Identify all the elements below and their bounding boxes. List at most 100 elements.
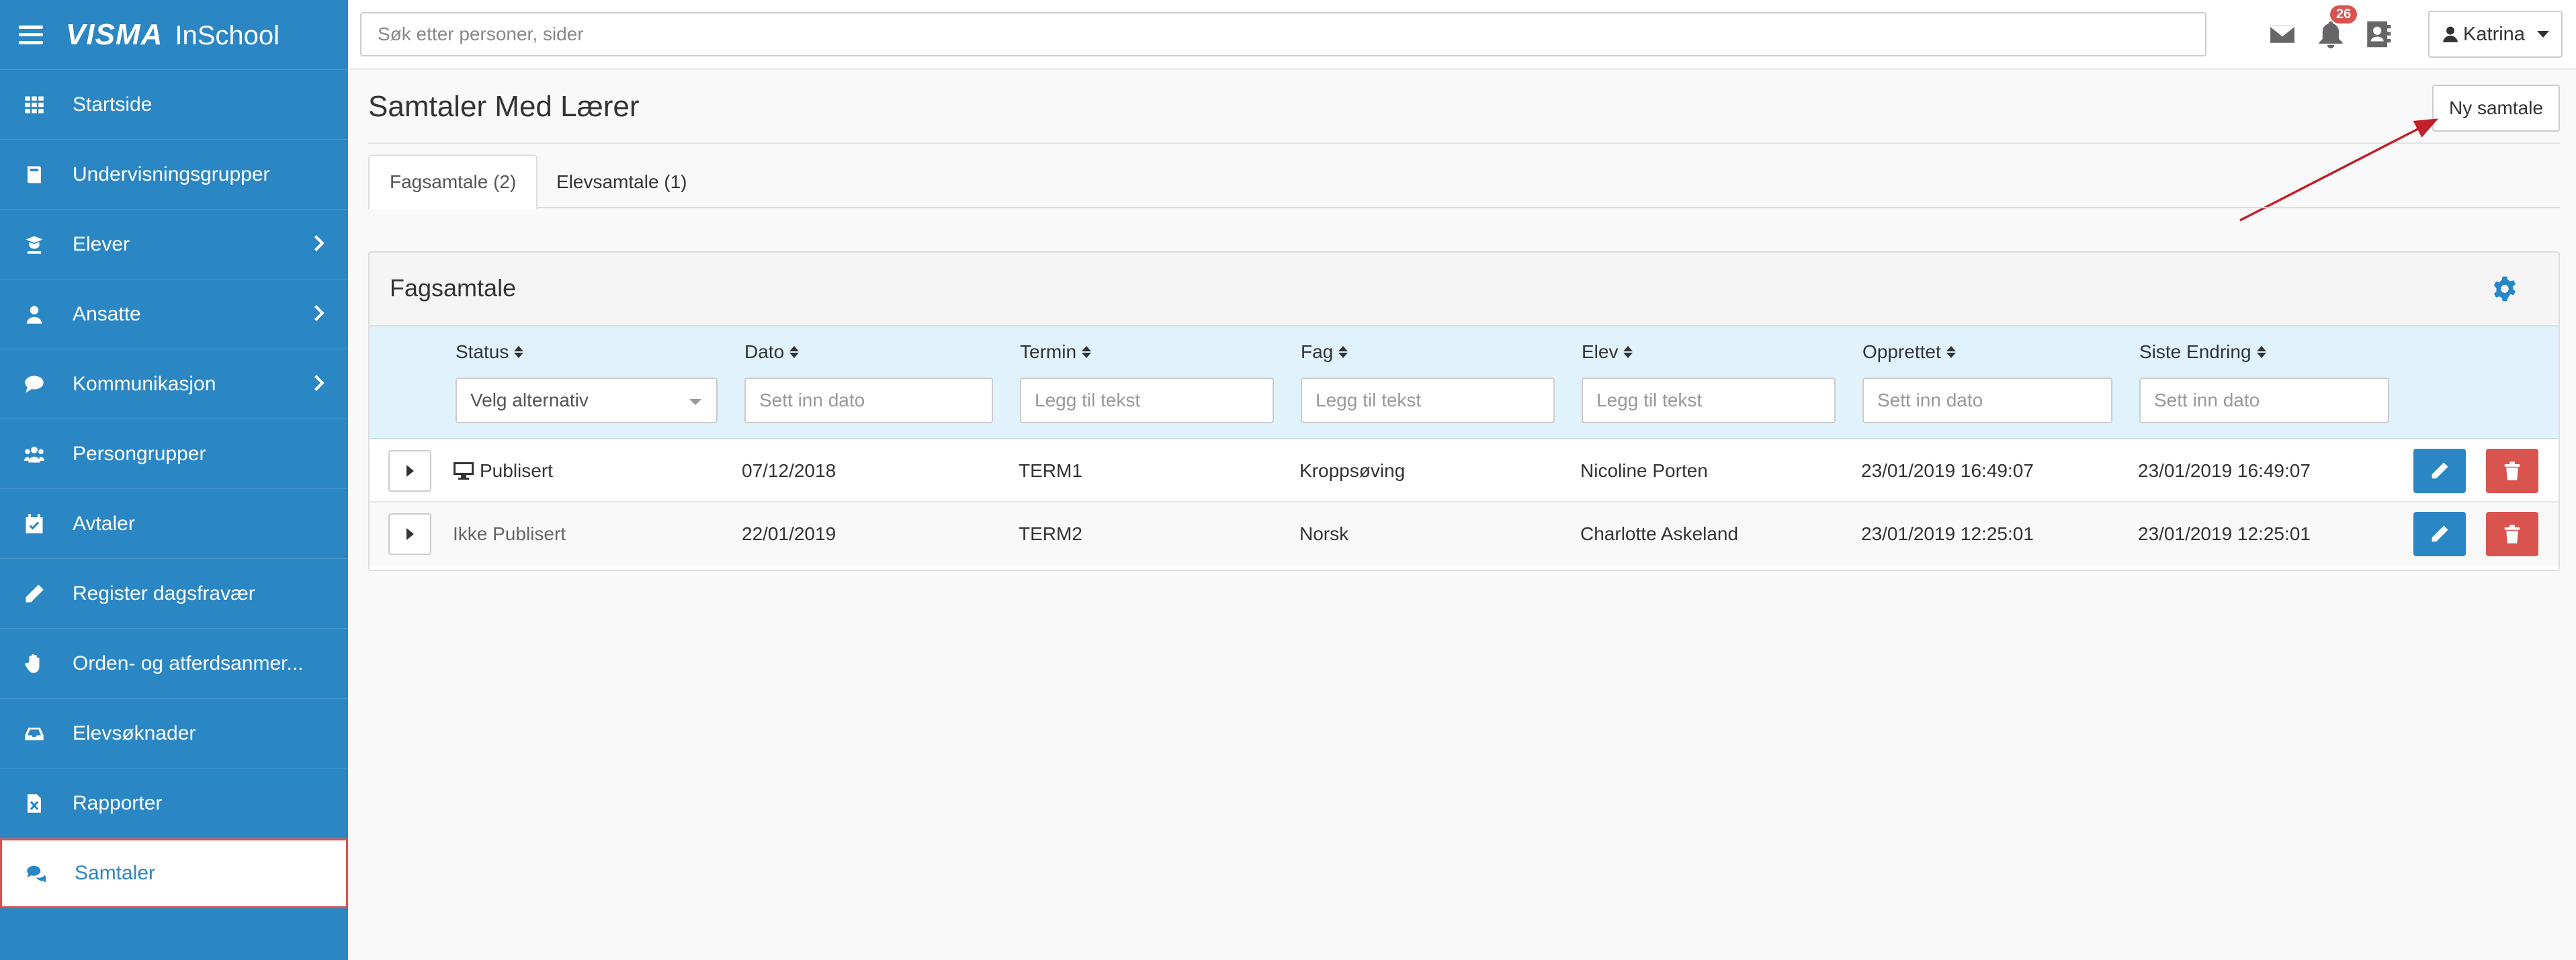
excel-file-icon bbox=[23, 792, 46, 815]
bell-icon[interactable]: 26 bbox=[2317, 5, 2358, 48]
column-label: Elev bbox=[1582, 341, 1619, 362]
column-label: Dato bbox=[744, 341, 785, 362]
termin-cell: TERM2 bbox=[1019, 523, 1082, 544]
expand-row-button[interactable] bbox=[388, 450, 431, 492]
column-label: Siste Endring bbox=[2139, 341, 2251, 362]
fag-filter-input[interactable] bbox=[1301, 378, 1555, 423]
sidebar-item-label: Elever bbox=[73, 232, 130, 255]
panel-header: Fagsamtale bbox=[370, 253, 2559, 326]
sidebar-item-label: Avtaler bbox=[73, 512, 135, 535]
chevron-right-icon bbox=[309, 234, 328, 253]
page-title: Samtaler Med Lærer bbox=[368, 90, 640, 123]
status-filter-select[interactable]: Velg alternativ bbox=[456, 378, 718, 423]
column-header-dato[interactable]: Dato bbox=[744, 341, 800, 363]
comments-icon bbox=[25, 862, 48, 885]
caret-down-icon bbox=[689, 399, 701, 405]
termin-filter-input[interactable] bbox=[1020, 378, 1274, 423]
sidebar-item-samtaler[interactable]: Samtaler bbox=[0, 838, 348, 908]
chevron-right-icon bbox=[309, 374, 328, 392]
caret-down-icon bbox=[2536, 31, 2549, 38]
delete-button[interactable] bbox=[2486, 449, 2538, 493]
envelope-icon[interactable] bbox=[2268, 20, 2296, 48]
tab-elevsamtale[interactable]: Elevsamtale (1) bbox=[536, 155, 707, 210]
sidebar-item-elevsoknader[interactable]: Elevsøknader bbox=[0, 699, 348, 769]
sidebar: VISMA InSchool Startside Undervisningsgr… bbox=[0, 0, 348, 960]
sidebar-item-ansatte[interactable]: Ansatte bbox=[0, 279, 348, 349]
trash-icon bbox=[2504, 525, 2520, 543]
sidebar-item-kommunikasjon[interactable]: Kommunikasjon bbox=[0, 349, 348, 419]
book-icon bbox=[23, 163, 46, 186]
notification-badge: 26 bbox=[2330, 5, 2358, 24]
sidebar-item-label: Undervisningsgrupper bbox=[73, 163, 270, 185]
hamburger-menu-icon[interactable] bbox=[19, 25, 43, 44]
sidebar-item-rapporter[interactable]: Rapporter bbox=[0, 769, 348, 838]
chevron-right-icon bbox=[309, 304, 328, 322]
siste-endring-filter-input[interactable] bbox=[2139, 378, 2389, 423]
elev-cell: Nicoline Porten bbox=[1580, 460, 1708, 481]
sidebar-item-label: Samtaler bbox=[75, 862, 156, 884]
sidebar-item-startside[interactable]: Startside bbox=[0, 70, 348, 140]
opprettet-cell: 23/01/2019 16:49:07 bbox=[1861, 460, 2034, 481]
elev-filter-input[interactable] bbox=[1582, 378, 1836, 423]
user-menu-button[interactable]: Katrina bbox=[2428, 11, 2563, 58]
sidebar-item-label: Kommunikasjon bbox=[73, 372, 216, 395]
dato-cell: 22/01/2019 bbox=[742, 523, 836, 544]
user-name: Katrina bbox=[2463, 23, 2525, 45]
sort-icon bbox=[1338, 346, 1348, 358]
visma-logo[interactable]: VISMA InSchool bbox=[66, 18, 280, 52]
sidebar-item-label: Ansatte bbox=[73, 302, 141, 325]
sidebar-item-label: Orden- og atferdsanmer... bbox=[73, 652, 304, 674]
column-label: Termin bbox=[1020, 341, 1077, 362]
status-text: Publisert bbox=[480, 460, 553, 481]
trash-icon bbox=[2504, 462, 2520, 480]
column-header-fag[interactable]: Fag bbox=[1301, 341, 1348, 363]
new-conversation-button[interactable]: Ny samtale bbox=[2432, 85, 2560, 132]
column-header-status[interactable]: Status bbox=[456, 341, 524, 363]
column-header-elev[interactable]: Elev bbox=[1582, 341, 1633, 363]
sort-icon bbox=[2256, 346, 2266, 358]
dato-filter-input[interactable] bbox=[744, 378, 993, 423]
chat-icon bbox=[23, 373, 46, 396]
sort-icon bbox=[789, 346, 800, 358]
pencil-icon bbox=[23, 582, 46, 605]
title-divider bbox=[368, 142, 2560, 144]
sidebar-item-register-dagsfravaer[interactable]: Register dagsfravær bbox=[0, 559, 348, 629]
sidebar-item-undervisningsgrupper[interactable]: Undervisningsgrupper bbox=[0, 140, 348, 210]
column-header-termin[interactable]: Termin bbox=[1020, 341, 1092, 363]
sidebar-item-avtaler[interactable]: Avtaler bbox=[0, 489, 348, 559]
sidebar-item-label: Persongrupper bbox=[73, 442, 206, 465]
logo-mark: VISMA bbox=[66, 17, 163, 51]
column-header-siste-endring[interactable]: Siste Endring bbox=[2139, 341, 2266, 363]
inbox-icon bbox=[23, 722, 46, 745]
elev-cell: Charlotte Askeland bbox=[1580, 523, 1739, 544]
user-icon bbox=[2443, 26, 2458, 42]
grid-icon bbox=[23, 93, 46, 116]
logo-product: InSchool bbox=[175, 20, 280, 50]
sidebar-item-label: Elevsøknader bbox=[73, 722, 196, 744]
sidebar-item-orden-atferd[interactable]: Orden- og atferdsanmer... bbox=[0, 629, 348, 699]
sort-icon bbox=[1946, 346, 1956, 358]
column-header-opprettet[interactable]: Opprettet bbox=[1862, 341, 1956, 363]
panel-title: Fagsamtale bbox=[390, 274, 517, 302]
opprettet-filter-input[interactable] bbox=[1862, 378, 2112, 423]
sidebar-item-elever[interactable]: Elever bbox=[0, 210, 348, 279]
tabs: Fagsamtale (2) Elevsamtale (1) bbox=[368, 155, 2560, 210]
delete-button[interactable] bbox=[2486, 512, 2538, 556]
column-label: Opprettet bbox=[1862, 341, 1941, 362]
edit-button[interactable] bbox=[2413, 449, 2466, 493]
table-row: Publisert 07/12/2018 TERM1 Kroppsøving N… bbox=[370, 439, 2559, 503]
search-input[interactable] bbox=[360, 12, 2206, 56]
table-row: Ikke Publisert 22/01/2019 TERM2 Norsk Ch… bbox=[370, 503, 2559, 566]
caret-right-icon bbox=[406, 465, 414, 477]
expand-row-button[interactable] bbox=[388, 513, 431, 555]
column-label: Status bbox=[456, 341, 509, 362]
tab-fagsamtale[interactable]: Fagsamtale (2) bbox=[368, 155, 538, 210]
gear-icon[interactable] bbox=[2491, 275, 2518, 302]
sidebar-item-persongrupper[interactable]: Persongrupper bbox=[0, 419, 348, 489]
address-book-icon[interactable] bbox=[2364, 20, 2392, 48]
sort-icon bbox=[1623, 346, 1633, 358]
filter-row: Status Dato Termin Fag Elev Opprettet Si… bbox=[370, 326, 2559, 439]
users-icon bbox=[23, 443, 46, 466]
desktop-icon bbox=[453, 462, 474, 480]
edit-button[interactable] bbox=[2413, 512, 2466, 556]
